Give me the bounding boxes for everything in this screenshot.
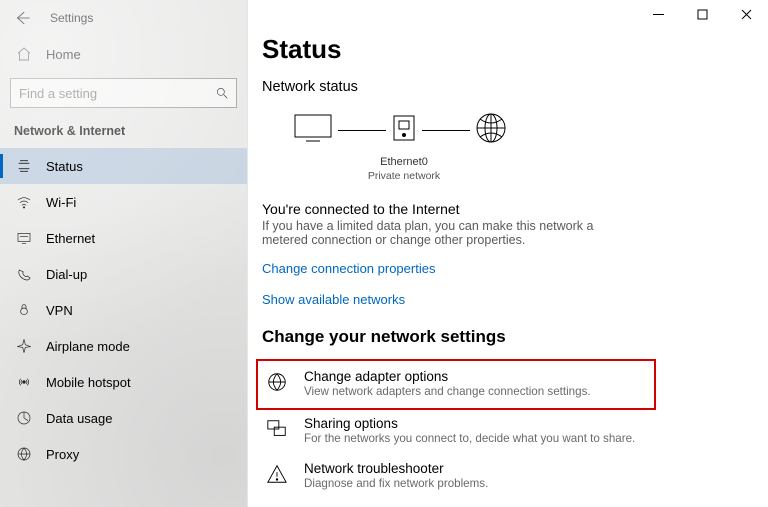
- diagram-line: [422, 130, 470, 131]
- airplane-icon: [16, 338, 32, 354]
- sidebar-item-status[interactable]: Status: [0, 148, 247, 184]
- sidebar-item-label: Data usage: [46, 411, 113, 426]
- window-header: Settings: [0, 0, 247, 36]
- data-icon: [16, 410, 32, 426]
- sidebar-item-label: Mobile hotspot: [46, 375, 131, 390]
- sidebar-item-hotspot[interactable]: Mobile hotspot: [0, 364, 247, 400]
- search-icon[interactable]: [208, 86, 236, 100]
- sharing-icon: [264, 416, 290, 445]
- sidebar-item-label: VPN: [46, 303, 73, 318]
- sidebar-item-airplane[interactable]: Airplane mode: [0, 328, 247, 364]
- setting-row-sharing[interactable]: Sharing optionsFor the networks you conn…: [262, 410, 662, 455]
- trouble-icon: [264, 461, 290, 490]
- setting-desc: View network adapters and change connect…: [304, 385, 591, 398]
- sidebar-item-proxy[interactable]: Proxy: [0, 436, 247, 472]
- setting-desc: For the networks you connect to, decide …: [304, 432, 635, 445]
- setting-desc: Diagnose and fix network problems.: [304, 477, 488, 490]
- section-title: Network & Internet: [0, 118, 247, 148]
- setting-title: Change adapter options: [304, 369, 591, 384]
- wifi-icon: [16, 194, 32, 210]
- sidebar-item-label: Proxy: [46, 447, 79, 462]
- sidebar-item-vpn[interactable]: VPN: [0, 292, 247, 328]
- adapter-icon: [264, 369, 290, 398]
- window-caption-buttons: [248, 0, 768, 30]
- ethernet-icon: [16, 230, 32, 246]
- connected-heading: You're connected to the Internet: [262, 201, 642, 217]
- pc-icon: [292, 112, 334, 149]
- setting-title: Network troubleshooter: [304, 461, 488, 476]
- dialup-icon: [16, 266, 32, 282]
- setting-row-trouble[interactable]: Network troubleshooterDiagnose and fix n…: [262, 455, 662, 500]
- sidebar-item-ethernet[interactable]: Ethernet: [0, 220, 247, 256]
- vpn-icon: [16, 302, 32, 318]
- minimize-button[interactable]: [636, 0, 680, 28]
- sidebar-item-wifi[interactable]: Wi-Fi: [0, 184, 247, 220]
- home-label: Home: [46, 47, 81, 62]
- network-diagram: [262, 107, 768, 154]
- connected-body: If you have a limited data plan, you can…: [262, 219, 642, 247]
- network-status-heading: Network status: [262, 79, 768, 95]
- adapter-label: Ethernet0 Private network: [354, 156, 454, 183]
- home-button[interactable]: Home: [0, 36, 247, 72]
- globe-icon: [474, 111, 508, 150]
- link-change-connection-properties[interactable]: Change connection properties: [262, 261, 435, 276]
- search-input[interactable]: [11, 86, 208, 101]
- sidebar-item-label: Status: [46, 159, 83, 174]
- sidebar-item-label: Dial-up: [46, 267, 87, 282]
- sidebar-item-dialup[interactable]: Dial-up: [0, 256, 247, 292]
- router-icon: [390, 112, 418, 149]
- sidebar-item-label: Ethernet: [46, 231, 95, 246]
- diagram-line: [338, 130, 386, 131]
- home-icon: [16, 46, 32, 62]
- maximize-button[interactable]: [680, 0, 724, 28]
- sidebar-item-label: Wi-Fi: [46, 195, 76, 210]
- sidebar-item-label: Airplane mode: [46, 339, 130, 354]
- status-icon: [16, 158, 32, 174]
- link-show-available-networks[interactable]: Show available networks: [262, 292, 405, 307]
- nav-list: Status Wi-Fi Ethernet Dial-up VPN Airplane mo…: [0, 148, 247, 507]
- search-box[interactable]: [10, 78, 237, 108]
- app-title: Settings: [50, 11, 93, 25]
- setting-row-adapter[interactable]: Change adapter optionsView network adapt…: [256, 359, 656, 410]
- hotspot-icon: [16, 374, 32, 390]
- sidebar: Settings Home Network & Internet Status W…: [0, 0, 248, 507]
- close-button[interactable]: [724, 0, 768, 28]
- adapter-network-type: Private network: [354, 170, 454, 183]
- back-button[interactable]: [4, 0, 40, 36]
- page-title: Status: [262, 34, 768, 65]
- change-settings-heading: Change your network settings: [262, 327, 768, 347]
- setting-title: Sharing options: [304, 416, 635, 431]
- adapter-name: Ethernet0: [354, 156, 454, 170]
- proxy-icon: [16, 446, 32, 462]
- sidebar-item-data[interactable]: Data usage: [0, 400, 247, 436]
- main: Status Network status Ethernet0 Private …: [248, 0, 768, 507]
